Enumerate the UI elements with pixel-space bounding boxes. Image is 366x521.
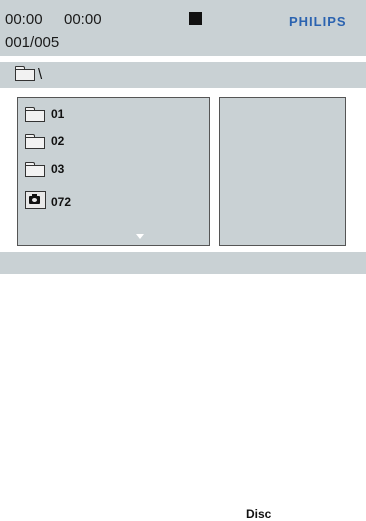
list-item-label: 072 bbox=[51, 195, 72, 209]
list-item-folder-03[interactable]: 03 bbox=[25, 158, 175, 180]
current-path: \ bbox=[38, 66, 43, 83]
preview-pane bbox=[219, 97, 346, 246]
source-option-usb1[interactable]: USB1 bbox=[275, 507, 307, 521]
folder-icon bbox=[25, 107, 45, 122]
camera-icon bbox=[25, 191, 46, 209]
file-list-pane: 01 02 03 072 bbox=[17, 97, 210, 246]
folder-icon bbox=[25, 162, 45, 177]
status-bar: 00:00 00:00 001/005 PHILIPS bbox=[0, 0, 366, 56]
folder-icon bbox=[25, 134, 45, 149]
path-bar bbox=[0, 62, 366, 88]
scroll-down-arrow-icon[interactable] bbox=[136, 234, 144, 239]
total-time: 00:00 bbox=[64, 11, 102, 28]
list-item-folder-01[interactable]: 01 bbox=[25, 103, 175, 125]
list-item-picture-072[interactable]: 072 bbox=[25, 189, 175, 211]
list-item-label: 03 bbox=[51, 162, 65, 176]
folder-icon bbox=[15, 66, 35, 81]
list-item-folder-02[interactable]: 02 bbox=[25, 130, 175, 152]
brand-logo: PHILIPS bbox=[289, 14, 347, 29]
elapsed-time: 00:00 bbox=[5, 11, 43, 28]
media-browser-screen: 00:00 00:00 001/005 PHILIPS \ 01 02 03 0… bbox=[0, 0, 366, 521]
list-item-label: 02 bbox=[51, 134, 65, 148]
track-counter: 001/005 bbox=[5, 34, 60, 51]
stop-icon bbox=[189, 12, 202, 25]
source-bar: Disc USB1 bbox=[0, 252, 366, 521]
source-option-disc[interactable]: Disc bbox=[246, 507, 271, 521]
list-item-label: 01 bbox=[51, 107, 65, 121]
